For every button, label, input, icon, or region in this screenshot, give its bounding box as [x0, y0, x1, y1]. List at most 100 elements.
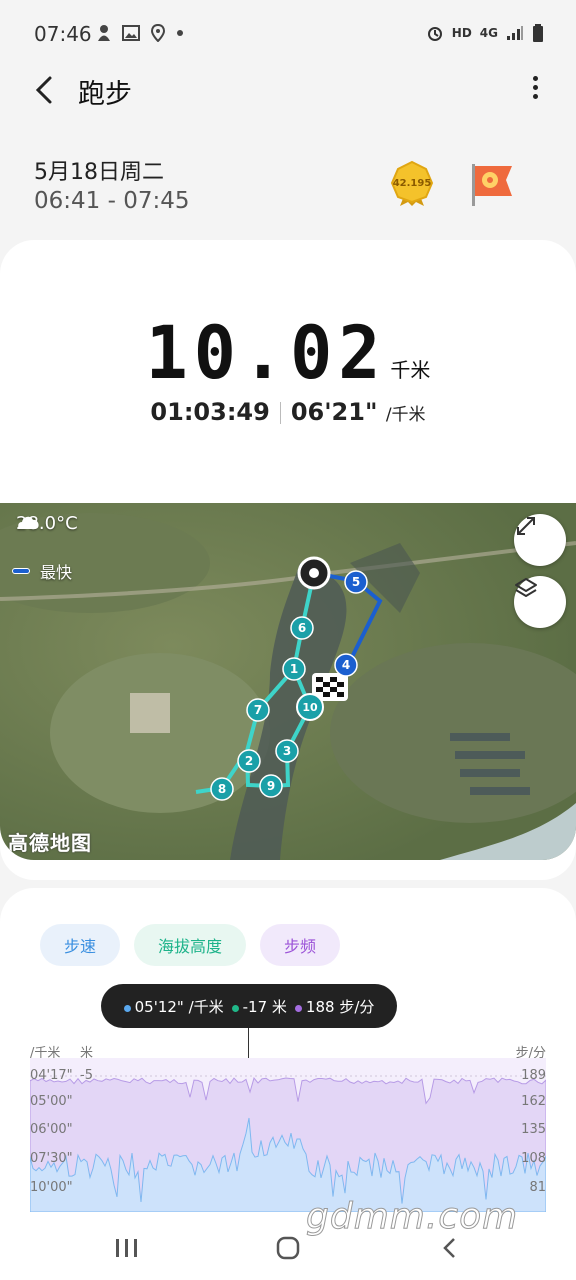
km-marker[interactable]: 4	[334, 653, 358, 677]
tooltip-cadence-value: 188 步/分	[305, 997, 375, 1016]
summary-card: 10.02 千米 01:03:49 06'21" /千米 1 2 3 4 5 6…	[0, 240, 576, 880]
duration-value: 01:03:49	[150, 398, 270, 426]
expand-map-button[interactable]	[514, 514, 566, 566]
flag-icon	[472, 164, 512, 206]
network-type: 4G	[479, 26, 498, 40]
map-provider-logo: 高德地图	[8, 831, 92, 855]
duration-pace-row: 01:03:49 06'21" /千米	[0, 398, 576, 426]
km-marker[interactable]: 6	[290, 616, 314, 640]
svg-text:7: 7	[254, 703, 262, 717]
km-marker[interactable]: 7	[246, 698, 270, 722]
chart-tabs: 步速 海拔高度 步频	[40, 924, 341, 966]
more-notifications-dot-icon	[177, 30, 183, 36]
route-map[interactable]: 1 2 3 4 5 6 7 8 9 10 28.0°C 最快 高德地图	[0, 503, 576, 860]
map-legend: 最快	[12, 559, 72, 583]
battery-icon	[533, 24, 543, 42]
pace-tick: 05'00"	[30, 1094, 73, 1109]
tooltip-pace-value: 05'12" /千米	[134, 997, 224, 1016]
km-marker[interactable]: 1	[282, 657, 306, 681]
route-flag-badge[interactable]	[468, 160, 516, 208]
map-layers-button[interactable]	[514, 576, 566, 628]
weather-info: 28.0°C	[16, 513, 78, 534]
cadence-tick: 108	[521, 1151, 546, 1166]
pace-tick: 07'30"	[30, 1151, 73, 1166]
signal-icon	[507, 26, 523, 40]
pace-tick: 10'00"	[30, 1180, 73, 1195]
svg-text:5: 5	[352, 575, 360, 589]
pace-unit: /千米	[385, 405, 426, 425]
notification-person-icon	[98, 25, 110, 41]
altitude-tick: -5	[80, 1068, 93, 1083]
alarm-icon	[427, 27, 442, 41]
svg-text:4: 4	[342, 658, 350, 672]
svg-text:1: 1	[290, 662, 298, 676]
cadence-tick: 189	[521, 1068, 546, 1083]
recent-apps-button[interactable]	[106, 1232, 146, 1264]
page-title: 跑步	[78, 79, 132, 110]
cloud-icon	[18, 516, 39, 529]
back-button[interactable]	[30, 72, 60, 108]
cadence-tick: 135	[521, 1122, 546, 1137]
tooltip-cadence: 188 步/分	[294, 996, 375, 1017]
km-marker[interactable]: 5	[344, 570, 368, 594]
home-icon	[276, 1236, 300, 1260]
distance-value: 10.02	[145, 309, 387, 397]
km-marker[interactable]: 2	[237, 749, 261, 773]
app-bar: 跑步	[0, 68, 576, 112]
session-time-range: 06:41 - 07:45	[34, 188, 190, 214]
distance-display: 10.02 千米	[0, 309, 576, 397]
home-button[interactable]	[268, 1232, 308, 1264]
more-dot-icon	[532, 94, 538, 99]
medal-text: 42.195	[393, 178, 432, 189]
tab-pace[interactable]: 步速	[40, 924, 121, 966]
layers-icon	[515, 578, 537, 597]
svg-text:2: 2	[245, 754, 253, 768]
tab-cadence[interactable]: 步频	[260, 924, 341, 966]
pace-dot-icon	[123, 1004, 131, 1012]
chart-tooltip: 05'12" /千米 -17 米 188 步/分	[101, 984, 397, 1028]
divider	[279, 402, 281, 424]
recent-apps-icon	[116, 1239, 137, 1257]
chevron-left-icon	[35, 76, 52, 104]
tab-altitude[interactable]: 海拔高度	[134, 924, 247, 966]
pace-tick: 06'00"	[30, 1122, 73, 1137]
km-marker[interactable]: 3	[275, 739, 299, 763]
avg-pace-value: 06'21"	[290, 398, 378, 426]
back-nav-button[interactable]	[430, 1232, 470, 1264]
chart-svg	[29, 1058, 547, 1213]
medal-icon: 42.195	[390, 160, 434, 206]
chart-plot[interactable]: 04'17" -5 05'00" 06'00" 07'30" 10'00" 18…	[29, 1058, 547, 1213]
km-marker[interactable]: 10	[296, 693, 324, 721]
cadence-tick: 81	[529, 1180, 546, 1195]
more-dot-icon	[532, 76, 538, 81]
distance-unit: 千米	[390, 358, 431, 382]
system-nav-bar	[0, 1218, 576, 1280]
system-icons: HD 4G	[426, 24, 544, 42]
cadence-tick: 162	[521, 1094, 546, 1109]
back-nav-icon	[443, 1238, 455, 1258]
svg-text:9: 9	[267, 779, 275, 793]
more-dot-icon	[532, 85, 538, 90]
svg-text:6: 6	[298, 621, 306, 635]
pace-tick: 04'17"	[30, 1068, 73, 1083]
km-marker[interactable]: 8	[210, 777, 234, 801]
status-bar: 07:46 HD 4G	[0, 0, 576, 68]
cadence-dot-icon	[294, 1004, 302, 1012]
tooltip-altitude-value: -17 米	[242, 997, 287, 1016]
svg-text:3: 3	[283, 744, 291, 758]
fastest-legend-label: 最快	[40, 563, 73, 582]
more-options-button[interactable]	[530, 76, 540, 104]
svg-text:8: 8	[218, 782, 226, 796]
status-time: 07:46	[34, 22, 92, 46]
notification-icons	[96, 24, 184, 42]
location-icon	[150, 24, 166, 42]
fastest-legend-swatch	[12, 568, 30, 574]
tooltip-pace: 05'12" /千米	[123, 996, 224, 1017]
gallery-icon	[122, 25, 140, 41]
hd-indicator: HD	[451, 26, 472, 40]
altitude-dot-icon	[231, 1004, 239, 1012]
svg-text:10: 10	[302, 701, 318, 714]
map-background: 1 2 3 4 5 6 7 8 9 10	[0, 503, 576, 860]
km-marker[interactable]: 9	[259, 774, 283, 798]
marathon-medal-badge[interactable]: 42.195	[388, 160, 436, 208]
